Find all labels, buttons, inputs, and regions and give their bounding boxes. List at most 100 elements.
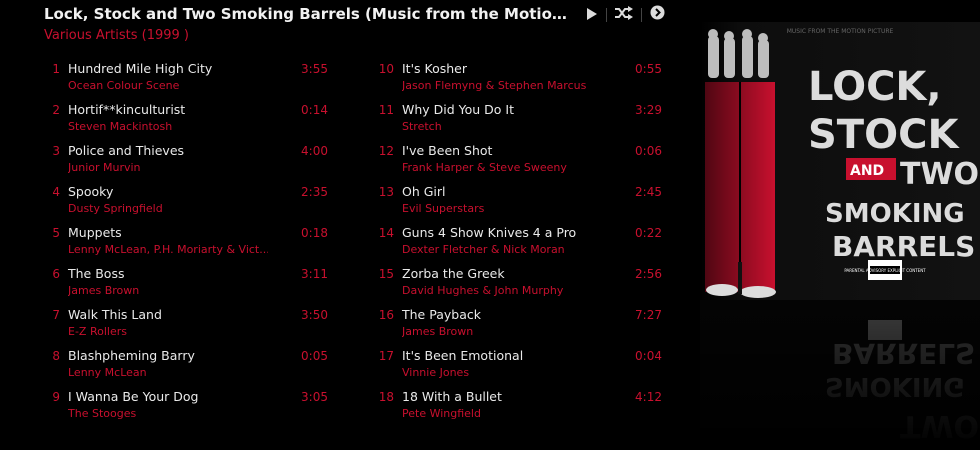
track-row[interactable]: 6 The Boss James Brown 3:11 (44, 265, 334, 306)
track-title[interactable]: Hortif**kinculturist (68, 102, 185, 117)
track-row[interactable]: 7 Walk This Land E-Z Rollers 3:50 (44, 306, 334, 347)
track-artist[interactable]: E-Z Rollers (68, 325, 127, 338)
track-row[interactable]: 12 I've Been Shot Frank Harper & Steve S… (378, 142, 668, 183)
track-number: 11 (378, 103, 394, 117)
track-artist[interactable]: Junior Murvin (68, 161, 141, 174)
track-row[interactable]: 2 Hortif**kinculturist Steven Mackintosh… (44, 101, 334, 142)
track-artist[interactable]: Ocean Colour Scene (68, 79, 179, 92)
track-title[interactable]: I've Been Shot (402, 143, 492, 158)
track-duration: 0:04 (635, 349, 662, 363)
track-row[interactable]: 5 Muppets Lenny McLean, P.H. Moriarty & … (44, 224, 334, 265)
track-artist[interactable]: Steven Mackintosh (68, 120, 172, 133)
track-duration: 4:12 (635, 390, 662, 404)
track-artist[interactable]: James Brown (402, 325, 473, 338)
track-row[interactable]: 4 Spooky Dusty Springfield 2:35 (44, 183, 334, 224)
track-duration: 0:05 (301, 349, 328, 363)
track-artist[interactable]: Jason Flemyng & Stephen Marcus (402, 79, 586, 92)
track-row[interactable]: 1 Hundred Mile High City Ocean Colour Sc… (44, 60, 334, 101)
track-number: 2 (52, 103, 60, 117)
track-title[interactable]: Police and Thieves (68, 143, 184, 158)
track-artist[interactable]: Frank Harper & Steve Sweeny (402, 161, 567, 174)
track-number: 13 (378, 185, 394, 199)
track-row[interactable]: 17 It's Been Emotional Vinnie Jones 0:04 (378, 347, 668, 388)
svg-text:SMOKING: SMOKING (825, 199, 965, 229)
track-title[interactable]: It's Kosher (402, 61, 467, 76)
track-duration: 0:18 (301, 226, 328, 240)
track-title[interactable]: Walk This Land (68, 307, 162, 322)
track-artist[interactable]: Lenny McLean (68, 366, 147, 379)
track-row[interactable]: 18 18 With a Bullet Pete Wingfield 4:12 (378, 388, 668, 429)
track-title[interactable]: Why Did You Do It (402, 102, 514, 117)
track-number: 16 (378, 308, 394, 322)
svg-text:BARRELS: BARRELS (832, 230, 975, 263)
track-number: 10 (378, 62, 394, 76)
track-title[interactable]: Zorba the Greek (402, 266, 505, 281)
track-number: 1 (52, 62, 60, 76)
track-duration: 3:50 (301, 308, 328, 322)
album-art-image: MUSIC FROM THE MOTION PICTURE LOCK, STOC… (700, 22, 980, 450)
track-title[interactable]: Muppets (68, 225, 122, 240)
track-duration: 2:56 (635, 267, 662, 281)
track-title[interactable]: I Wanna Be Your Dog (68, 389, 198, 404)
track-artist[interactable]: Pete Wingfield (402, 407, 481, 420)
svg-text:PARENTAL ADVISORY EXPLICIT CON: PARENTAL ADVISORY EXPLICIT CONTENT (844, 268, 926, 273)
track-number: 17 (378, 349, 394, 363)
shuffle-icon[interactable] (615, 5, 633, 24)
track-row[interactable]: 14 Guns 4 Show Knives 4 a Pro Dexter Fle… (378, 224, 668, 265)
track-title[interactable]: The Payback (402, 307, 481, 322)
track-duration: 3:55 (301, 62, 328, 76)
album-view: Lock, Stock and Two Smoking Barrels (Mus… (0, 0, 980, 450)
track-number: 5 (52, 226, 60, 240)
track-row[interactable]: 16 The Payback James Brown 7:27 (378, 306, 668, 347)
track-row[interactable]: 13 Oh Girl Evil Superstars 2:45 (378, 183, 668, 224)
track-title[interactable]: Spooky (68, 184, 113, 199)
track-column-right: 10 It's Kosher Jason Flemyng & Stephen M… (378, 60, 668, 429)
track-duration: 0:22 (635, 226, 662, 240)
track-artist[interactable]: Dexter Fletcher & Nick Moran (402, 243, 565, 256)
album-artist-year[interactable]: Various Artists (1999 ) (44, 28, 674, 44)
track-row[interactable]: 3 Police and Thieves Junior Murvin 4:00 (44, 142, 334, 183)
control-divider (606, 7, 607, 22)
track-row[interactable]: 15 Zorba the Greek David Hughes & John M… (378, 265, 668, 306)
track-row[interactable]: 11 Why Did You Do It Stretch 3:29 (378, 101, 668, 142)
track-row[interactable]: 9 I Wanna Be Your Dog The Stooges 3:05 (44, 388, 334, 429)
track-number: 14 (378, 226, 394, 240)
album-art: MUSIC FROM THE MOTION PICTURE LOCK, STOC… (700, 22, 980, 450)
track-title[interactable]: Oh Girl (402, 184, 446, 199)
track-artist[interactable]: Evil Superstars (402, 202, 484, 215)
track-artist[interactable]: The Stooges (68, 407, 136, 420)
track-artist[interactable]: James Brown (68, 284, 139, 297)
track-row[interactable]: 10 It's Kosher Jason Flemyng & Stephen M… (378, 60, 668, 101)
svg-text:AND: AND (850, 163, 884, 179)
album-header: Lock, Stock and Two Smoking Barrels (Mus… (44, 4, 674, 44)
track-duration: 3:29 (635, 103, 662, 117)
track-title[interactable]: Guns 4 Show Knives 4 a Pro (402, 225, 576, 240)
svg-text:STOCK: STOCK (808, 112, 960, 158)
circle-chevron-right-icon[interactable] (650, 5, 665, 24)
track-duration: 2:45 (635, 185, 662, 199)
play-icon[interactable] (586, 5, 598, 24)
track-number: 12 (378, 144, 394, 158)
track-number: 8 (52, 349, 60, 363)
track-title[interactable]: Hundred Mile High City (68, 61, 212, 76)
track-title[interactable]: Blashpheming Barry (68, 348, 195, 363)
track-number: 4 (52, 185, 60, 199)
svg-text:TWO: TWO (900, 157, 979, 192)
art-top-text: MUSIC FROM THE MOTION PICTURE (787, 28, 894, 35)
track-artist[interactable]: Dusty Springfield (68, 202, 163, 215)
track-title[interactable]: 18 With a Bullet (402, 389, 502, 404)
album-title: Lock, Stock and Two Smoking Barrels (Mus… (44, 5, 574, 23)
track-title[interactable]: It's Been Emotional (402, 348, 523, 363)
track-artist[interactable]: Lenny McLean, P.H. Moriarty & Vict... (68, 243, 268, 256)
track-number: 15 (378, 267, 394, 281)
track-title[interactable]: The Boss (68, 266, 124, 281)
track-artist[interactable]: David Hughes & John Murphy (402, 284, 563, 297)
track-artist[interactable]: Stretch (402, 120, 442, 133)
track-row[interactable]: 8 Blashpheming Barry Lenny McLean 0:05 (44, 347, 334, 388)
track-list: 1 Hundred Mile High City Ocean Colour Sc… (44, 60, 674, 440)
track-artist[interactable]: Vinnie Jones (402, 366, 469, 379)
track-duration: 4:00 (301, 144, 328, 158)
track-duration: 2:35 (301, 185, 328, 199)
track-duration: 0:06 (635, 144, 662, 158)
control-divider (641, 7, 642, 22)
